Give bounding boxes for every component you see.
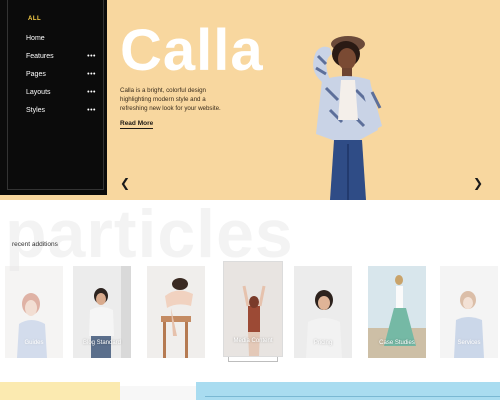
card-caption: Media Content [233, 338, 273, 344]
page: ALL Home Features ••• Pages ••• Layouts … [0, 0, 500, 400]
nav-item-pages[interactable]: Pages ••• [26, 65, 96, 83]
nav-item-styles[interactable]: Styles ••• [26, 101, 96, 119]
nav-item-label: Pages [26, 70, 46, 78]
card-services[interactable]: Services [440, 266, 498, 358]
nav-more-icon[interactable]: ••• [87, 71, 96, 78]
bottom-band-yellow [0, 382, 120, 400]
hero-slider: ALL Home Features ••• Pages ••• Layouts … [0, 0, 500, 200]
card-image [147, 266, 205, 358]
card-blog-standard[interactable]: Blog Standard [73, 266, 131, 358]
card-case-studies[interactable]: Case Studies [368, 266, 426, 358]
bottom-band-divider [205, 396, 500, 397]
slider-prev-arrow[interactable]: ❮ [120, 176, 130, 190]
nav-more-icon[interactable]: ••• [87, 53, 96, 60]
side-navigation: ALL Home Features ••• Pages ••• Layouts … [0, 0, 107, 195]
card-media-content[interactable]: Media Content [224, 262, 282, 356]
hero-model-image [313, 36, 382, 200]
nav-item-label: Styles [26, 106, 46, 114]
recent-additions-label: recent additions [12, 241, 58, 248]
nav-more-icon[interactable]: ••• [87, 89, 96, 96]
particles-heading: particles [5, 196, 294, 272]
card-caption: Blog Standard [82, 340, 122, 346]
recent-additions-carousel: Guides Blog Standard Media Content Prici… [0, 262, 500, 372]
nav-item-home[interactable]: Home [26, 29, 96, 47]
nav-item-features[interactable]: Features ••• [26, 47, 96, 65]
card-caption: Case Studies [379, 340, 415, 346]
nav-item-label: Layouts [26, 88, 51, 96]
card-caption: Guides [24, 340, 44, 346]
read-more-link[interactable]: Read More [120, 120, 154, 129]
slider-next-arrow[interactable]: ❯ [473, 176, 483, 190]
hero-description: Calla is a bright, colorful design highl… [120, 87, 221, 112]
card-featured-chair[interactable] [147, 266, 205, 358]
bottom-band-grey [120, 386, 196, 400]
nav-item-label: Home [26, 34, 45, 42]
nav-more-icon[interactable]: ••• [87, 107, 96, 114]
hero-title: Calla [120, 18, 264, 83]
card-caption: Pricing [313, 340, 333, 346]
card-guides[interactable]: Guides [5, 266, 63, 358]
card-pricing[interactable]: Pricing [294, 266, 352, 358]
nav-item-layouts[interactable]: Layouts ••• [26, 83, 96, 101]
nav-menu: Home Features ••• Pages ••• Layouts ••• … [26, 29, 96, 119]
site-logo[interactable]: ALL [28, 16, 41, 22]
card-caption: Services [457, 340, 481, 346]
nav-item-label: Features [26, 52, 54, 60]
bottom-band-blue [196, 382, 500, 400]
